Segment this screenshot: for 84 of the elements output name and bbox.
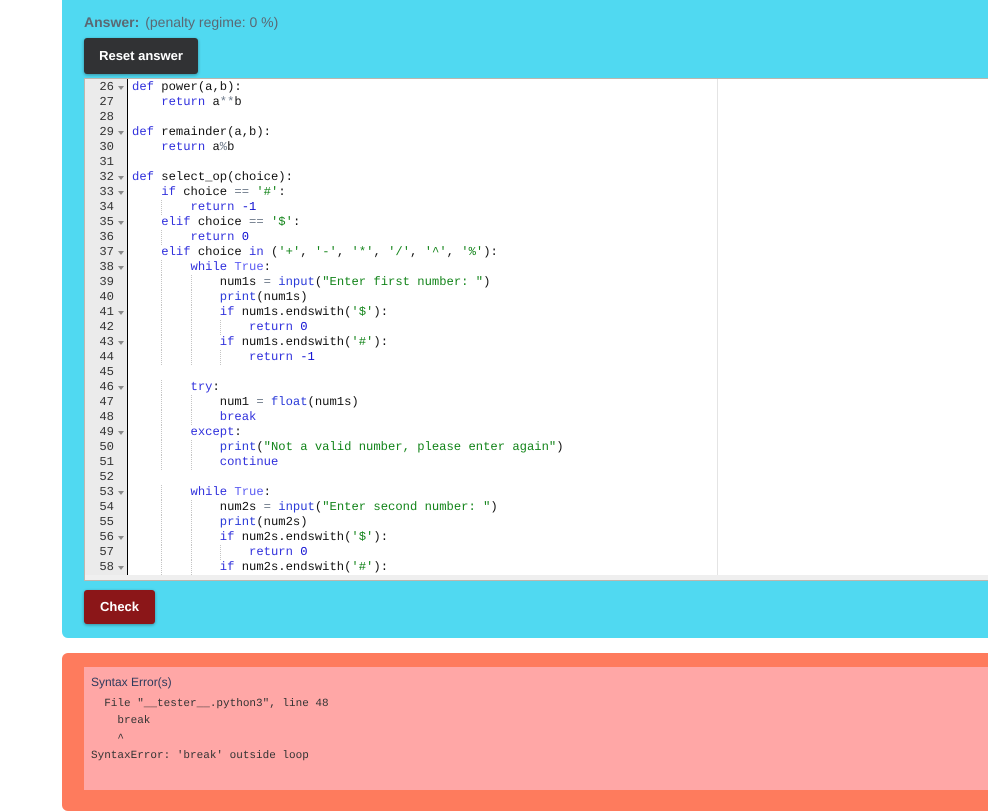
code-line: print("Not a valid number, please enter again") <box>220 440 564 455</box>
code-line: num2s = input("Enter second number: ") <box>220 500 498 515</box>
code-line: continue <box>220 455 278 470</box>
line-number: 37 <box>99 245 114 260</box>
caret-icon[interactable] <box>118 86 124 90</box>
caret-icon[interactable] <box>118 430 124 434</box>
line-number: 33 <box>99 185 114 200</box>
line-number: 40 <box>99 290 114 305</box>
code-line: def power(a,b): <box>132 80 242 95</box>
line-number: 41 <box>99 305 114 320</box>
code-line: def select_op(choice): <box>132 170 293 185</box>
line-number: 36 <box>99 230 114 245</box>
line-number: 46 <box>99 380 114 395</box>
code-line: return a%b <box>161 140 234 155</box>
code-line: elif choice in ('+', '-', '*', '/', '^', '%'): <box>161 245 498 260</box>
line-number: 39 <box>99 275 114 290</box>
code-line: print(num1s) <box>220 290 308 305</box>
caret-icon[interactable] <box>118 340 124 344</box>
caret-icon[interactable] <box>118 250 124 254</box>
caret-icon[interactable] <box>118 220 124 224</box>
line-number: 54 <box>99 500 114 515</box>
caret-icon[interactable] <box>118 190 124 194</box>
caret-icon[interactable] <box>118 130 124 134</box>
caret-icon[interactable] <box>118 566 124 570</box>
code-line: while True: <box>190 260 271 275</box>
caret-icon[interactable] <box>118 266 124 270</box>
line-number: 55 <box>99 515 114 530</box>
code-line: if num1s.endswith('#'): <box>220 335 388 350</box>
line-number: 58 <box>99 560 114 575</box>
code-line: if choice == '#': <box>161 185 286 200</box>
code-line: except: <box>190 425 242 440</box>
check-button[interactable]: Check <box>84 590 155 624</box>
caret-icon[interactable] <box>118 176 124 180</box>
code-line: if num2s.endswith('#'): <box>220 560 388 575</box>
code-line: return a**b <box>161 95 242 110</box>
line-number: 38 <box>99 260 114 275</box>
code-line: return -1 <box>249 350 315 365</box>
line-number: 28 <box>99 110 114 125</box>
line-number: 27 <box>99 95 114 110</box>
line-number: 48 <box>99 410 114 425</box>
code-line: return -1 <box>190 200 256 215</box>
line-number: 30 <box>99 140 114 155</box>
code-line: return 0 <box>249 545 308 560</box>
code-line: if num1s.endswith('$'): <box>220 305 388 320</box>
caret-icon[interactable] <box>118 386 124 390</box>
code-line: num1s = input("Enter first number: ") <box>220 275 490 290</box>
caret-icon[interactable] <box>118 310 124 314</box>
reset-answer-button[interactable]: Reset answer <box>84 38 198 74</box>
code-line: break <box>220 410 256 425</box>
line-number: 43 <box>99 335 114 350</box>
error-title: Syntax Error(s) <box>91 675 172 690</box>
penalty-note: (penalty regime: 0 %) <box>145 13 278 32</box>
line-number: 31 <box>99 155 114 170</box>
caret-icon[interactable] <box>118 536 124 540</box>
line-number: 52 <box>99 470 114 485</box>
code-line: elif choice == '$': <box>161 215 300 230</box>
line-number: 32 <box>99 170 114 185</box>
line-number: 56 <box>99 530 114 545</box>
code-line: while True: <box>190 485 271 500</box>
caret-icon[interactable] <box>118 490 124 494</box>
code-line: return 0 <box>249 320 308 335</box>
error-traceback: File "__tester__.python3", line 48 break ^ SyntaxError: 'break' outside loop <box>91 697 329 764</box>
line-number: 50 <box>99 440 114 455</box>
code-line: print(num2s) <box>220 515 308 530</box>
line-number: 45 <box>99 365 114 380</box>
line-number: 34 <box>99 200 114 215</box>
line-number: 47 <box>99 395 114 410</box>
line-number: 29 <box>99 125 114 140</box>
line-number: 26 <box>99 80 114 95</box>
line-number: 57 <box>99 545 114 560</box>
answer-label: Answer: <box>84 13 140 32</box>
line-number: 42 <box>99 320 114 335</box>
code-line: num1 = float(num1s) <box>220 395 359 410</box>
code-editor[interactable] <box>84 78 988 581</box>
horizontal-scrollbar[interactable] <box>85 575 988 580</box>
code-line: if num2s.endswith('$'): <box>220 530 388 545</box>
code-line: def remainder(a,b): <box>132 125 271 140</box>
code-line: try: <box>190 380 220 395</box>
code-line: return 0 <box>190 230 250 245</box>
line-number: 44 <box>99 350 114 365</box>
line-number: 35 <box>99 215 114 230</box>
line-number: 53 <box>99 485 114 500</box>
line-number: 49 <box>99 425 114 440</box>
line-number: 51 <box>99 455 114 470</box>
